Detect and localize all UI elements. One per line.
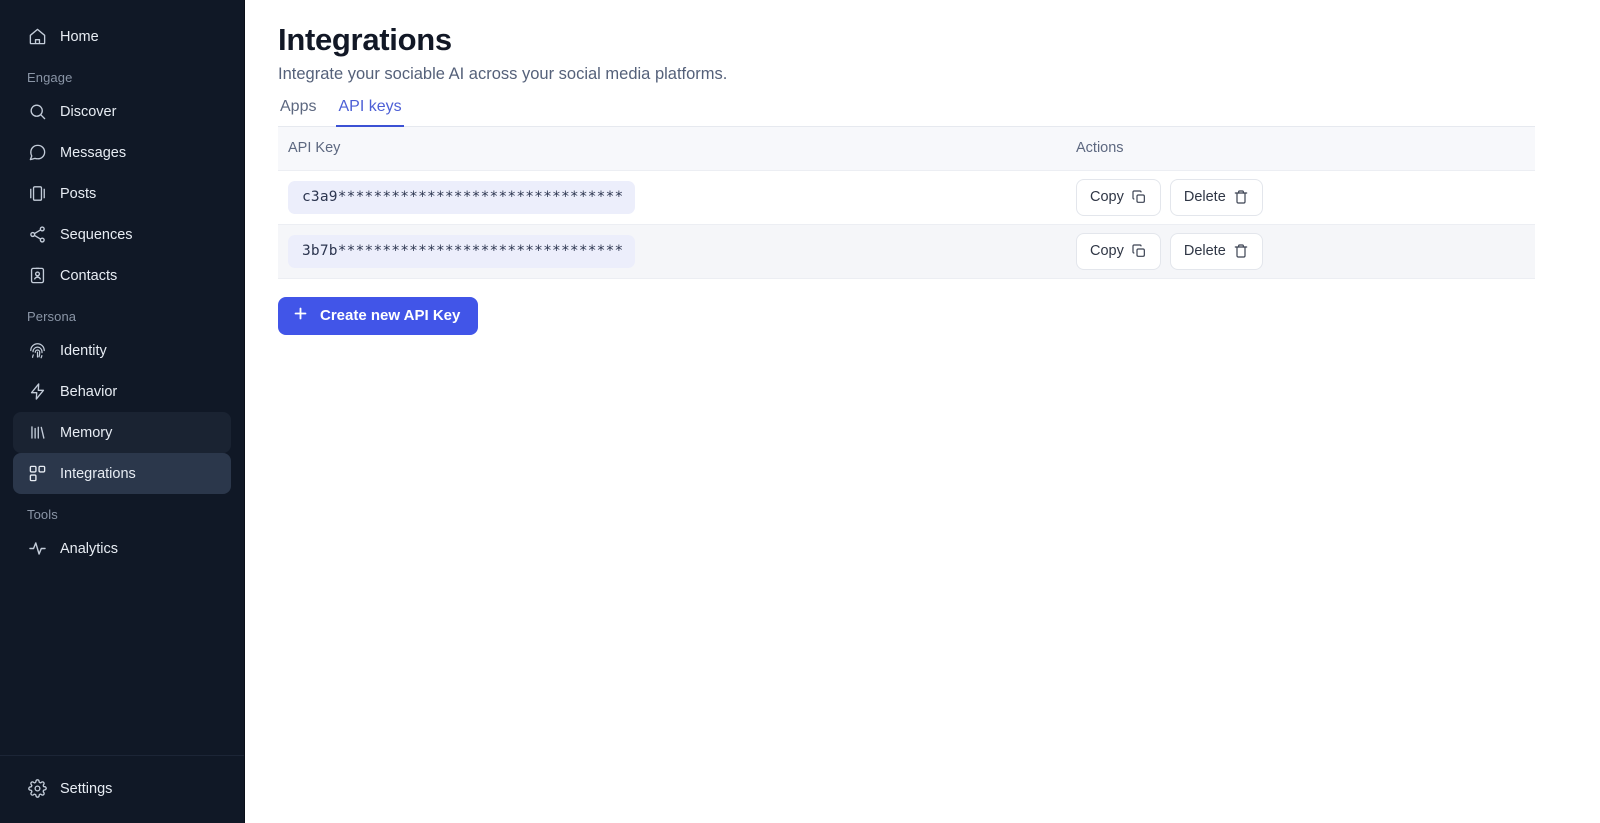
sidebar-item-label: Discover	[60, 103, 117, 120]
sidebar-item-home[interactable]: Home	[13, 16, 231, 57]
copy-button-label: Copy	[1090, 243, 1124, 260]
trash-icon	[1233, 189, 1249, 205]
api-key-value: 3b7b********************************	[288, 234, 636, 268]
delete-button-label: Delete	[1183, 189, 1226, 206]
api-key-cell: c3a9********************************	[278, 180, 1076, 214]
api-key-cell: 3b7b********************************	[278, 234, 1076, 268]
sidebar-item-label: Sequences	[60, 226, 133, 243]
plus-icon	[292, 305, 309, 326]
bolt-icon	[27, 382, 47, 402]
sidebar-item-identity[interactable]: Identity	[13, 330, 231, 371]
contacts-icon	[27, 266, 47, 286]
action-buttons: Copy Delete	[1076, 232, 1535, 270]
sidebar-item-label: Memory	[60, 424, 113, 441]
delete-button-label: Delete	[1183, 243, 1226, 260]
actions-cell: Copy Delete	[1076, 178, 1535, 216]
tab-bar: Apps API keys	[278, 96, 1535, 127]
sidebar-item-label: Analytics	[60, 540, 119, 557]
copy-api-key-button[interactable]: Copy	[1076, 232, 1161, 270]
tab-api-keys[interactable]: API keys	[336, 96, 404, 127]
sidebar-item-label: Identity	[60, 342, 107, 359]
action-buttons: Copy Delete	[1076, 178, 1535, 216]
table-body: c3a9******************************** Copy…	[278, 170, 1535, 279]
sidebar-section-label-persona: Persona	[27, 309, 77, 324]
message-icon	[27, 143, 47, 163]
sidebar-item-posts[interactable]: Posts	[13, 173, 231, 214]
create-new-api-key-button[interactable]: Create new API Key	[278, 296, 479, 335]
sidebar-item-label: Contacts	[60, 267, 118, 284]
table-header-row: API Key Actions	[278, 126, 1535, 171]
sidebar-section-label-tools: Tools	[27, 507, 58, 522]
sidebar-item-label: Integrations	[60, 465, 136, 482]
page-subtitle: Integrate your sociable AI across your s…	[278, 64, 728, 83]
blocks-icon	[27, 464, 47, 484]
sidebar-section-label-engage: Engage	[27, 70, 73, 85]
home-icon	[27, 27, 47, 47]
sidebar-nav: Home Engage Discover Messages Posts Sequences…	[0, 14, 244, 755]
sidebar-item-memory[interactable]: Memory	[13, 412, 231, 453]
api-key-value: c3a9********************************	[288, 180, 636, 214]
sidebar-footer: Settings	[0, 755, 244, 823]
sidebar: Home Engage Discover Messages Posts Sequences…	[0, 0, 245, 823]
sidebar-item-contacts[interactable]: Contacts	[13, 255, 231, 296]
sidebar-item-label: Settings	[60, 780, 113, 797]
sidebar-item-label: Posts	[60, 185, 97, 202]
sidebar-item-label: Home	[60, 28, 99, 45]
memory-icon	[27, 423, 47, 443]
gear-icon	[27, 779, 47, 799]
sidebar-item-label: Behavior	[60, 383, 118, 400]
app-root: Home Engage Discover Messages Posts Sequences…	[0, 0, 1600, 823]
fingerprint-icon	[27, 341, 47, 361]
sequences-icon	[27, 225, 47, 245]
sidebar-item-integrations[interactable]: Integrations	[13, 453, 231, 494]
copy-icon	[1131, 243, 1147, 259]
page-title: Integrations	[278, 22, 452, 57]
posts-icon	[27, 184, 47, 204]
copy-api-key-button[interactable]: Copy	[1076, 178, 1161, 216]
create-new-api-key-label: Create new API Key	[320, 307, 461, 325]
sidebar-item-discover[interactable]: Discover	[13, 91, 231, 132]
api-keys-table: API Key Actions c3a9********************…	[278, 126, 1535, 279]
search-icon	[27, 102, 47, 122]
trash-icon	[1233, 243, 1249, 259]
table-row: c3a9******************************** Copy…	[278, 170, 1535, 225]
sidebar-item-settings[interactable]: Settings	[13, 768, 231, 809]
main-content: Integrations Integrate your sociable AI …	[245, 0, 1600, 823]
sidebar-item-messages[interactable]: Messages	[13, 132, 231, 173]
delete-api-key-button[interactable]: Delete	[1169, 232, 1263, 270]
column-header-api-key: API Key	[288, 140, 341, 157]
sidebar-item-analytics[interactable]: Analytics	[13, 528, 231, 569]
sidebar-item-sequences[interactable]: Sequences	[13, 214, 231, 255]
copy-button-label: Copy	[1090, 189, 1124, 206]
column-header-actions: Actions	[1076, 140, 1124, 157]
table-row: 3b7b******************************** Copy…	[278, 224, 1535, 279]
sidebar-item-label: Messages	[60, 144, 127, 161]
tab-apps[interactable]: Apps	[278, 96, 318, 127]
delete-api-key-button[interactable]: Delete	[1169, 178, 1263, 216]
copy-icon	[1131, 189, 1147, 205]
actions-cell: Copy Delete	[1076, 232, 1535, 270]
activity-icon	[27, 539, 47, 559]
sidebar-item-behavior[interactable]: Behavior	[13, 371, 231, 412]
